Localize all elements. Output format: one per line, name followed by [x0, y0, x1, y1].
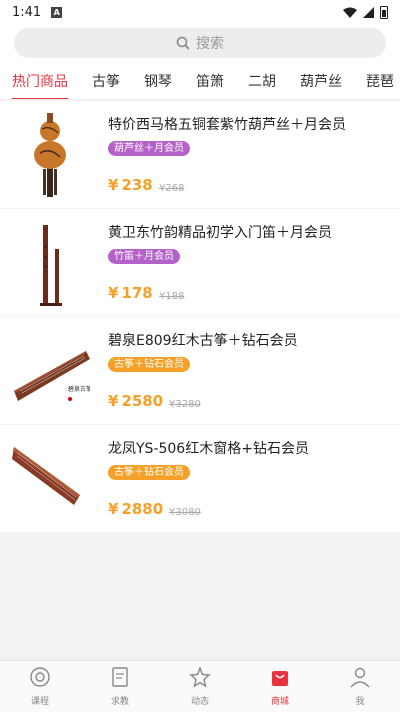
product-list: 特价西马格五铜套紫竹葫芦丝＋月会员 葫芦丝＋月会员 ¥238 ¥268 黄卫东竹韵精品… [0, 101, 400, 533]
status-icons [343, 5, 388, 19]
product-image [10, 109, 90, 199]
nav-item-0[interactable]: 课程 [0, 661, 80, 712]
original-price: ¥3080 [169, 507, 201, 518]
original-price: ¥3280 [169, 399, 201, 410]
product-item[interactable]: 龙凤YS-506红木窗格+钻石会员 古筝＋钻石会员 ¥2880 ¥3080 [0, 425, 400, 532]
svg-text:碧泉古筝: 碧泉古筝 [68, 385, 90, 393]
product-tag: 古筝＋钻石会员 [108, 465, 190, 480]
currency-symbol: ¥ [108, 392, 119, 410]
product-price: ¥178 [108, 284, 153, 302]
nav-item-2[interactable]: 动态 [160, 661, 240, 712]
original-price: ¥188 [159, 291, 185, 302]
product-price: ¥2580 [108, 392, 163, 410]
battery-icon [380, 5, 388, 19]
nav-item-4[interactable]: 我 [320, 661, 400, 712]
nav-label: 动态 [190, 697, 209, 707]
wifi-icon [343, 7, 357, 18]
bottom-nav: 课程 求教 动态 商城 我 [0, 660, 400, 712]
currency-symbol: ¥ [108, 500, 119, 518]
search-icon [176, 36, 190, 50]
product-tag: 竹笛＋月会员 [108, 249, 180, 264]
price-amount: 178 [121, 284, 153, 302]
person-icon [349, 666, 371, 694]
product-tag: 古筝＋钻石会员 [108, 357, 190, 372]
product-image: 碧泉古筝 [10, 325, 92, 415]
star-icon [189, 666, 211, 694]
nav-item-3[interactable]: 商城 [240, 661, 320, 712]
tab-1[interactable]: 古筝 [80, 64, 132, 99]
search-input[interactable]: 搜索 [14, 28, 386, 58]
price-amount: 2580 [121, 392, 164, 410]
product-title: 碧泉E809红木古筝＋钻石会员 [108, 333, 298, 349]
category-tabs: 热门商品 古筝 钢琴 笛箫 二胡 葫芦丝 琵琶 [0, 64, 400, 100]
product-image [10, 433, 90, 523]
status-bar: 1:41 A [0, 0, 400, 24]
original-price: ¥268 [159, 183, 185, 194]
nav-label: 我 [355, 697, 365, 707]
tab-2[interactable]: 钢琴 [132, 64, 184, 99]
search-placeholder: 搜索 [196, 36, 224, 52]
shop-bag-icon [269, 666, 291, 694]
currency-symbol: ¥ [108, 284, 119, 302]
price-amount: 238 [121, 176, 153, 194]
product-tag: 葫芦丝＋月会员 [108, 141, 190, 156]
header: 搜索 [0, 24, 400, 64]
tab-5[interactable]: 葫芦丝 [288, 64, 354, 99]
status-time: 1:41 [12, 4, 42, 20]
nav-item-1[interactable]: 求教 [80, 661, 160, 712]
product-item[interactable]: 特价西马格五铜套紫竹葫芦丝＋月会员 葫芦丝＋月会员 ¥238 ¥268 [0, 101, 400, 208]
product-title: 黄卫东竹韵精品初学入门笛＋月会员 [108, 225, 332, 241]
tab-6[interactable]: 琵琶 [354, 64, 400, 99]
product-price: ¥2880 [108, 500, 163, 518]
nav-label: 求教 [110, 697, 129, 707]
product-item[interactable]: 碧泉古筝 碧泉E809红木古筝＋钻石会员 古筝＋钻石会员 ¥2580 ¥3280 [0, 317, 400, 424]
nav-label: 商城 [270, 697, 289, 707]
nav-label: 课程 [30, 697, 49, 707]
price-amount: 2880 [121, 500, 164, 518]
tab-3[interactable]: 笛箫 [184, 64, 236, 99]
tab-0[interactable]: 热门商品 [0, 64, 80, 99]
product-title: 特价西马格五铜套紫竹葫芦丝＋月会员 [108, 117, 346, 133]
tab-4[interactable]: 二胡 [236, 64, 288, 99]
product-price: ¥238 [108, 176, 153, 194]
course-icon [29, 666, 51, 694]
product-item[interactable]: 黄卫东竹韵精品初学入门笛＋月会员 竹笛＋月会员 ¥178 ¥188 [0, 209, 400, 316]
signal-icon [363, 6, 374, 18]
currency-symbol: ¥ [108, 176, 119, 194]
product-image [10, 217, 90, 307]
notification-a-icon: A [51, 6, 63, 18]
product-title: 龙凤YS-506红木窗格+钻石会员 [108, 441, 309, 457]
ask-icon [109, 666, 131, 694]
